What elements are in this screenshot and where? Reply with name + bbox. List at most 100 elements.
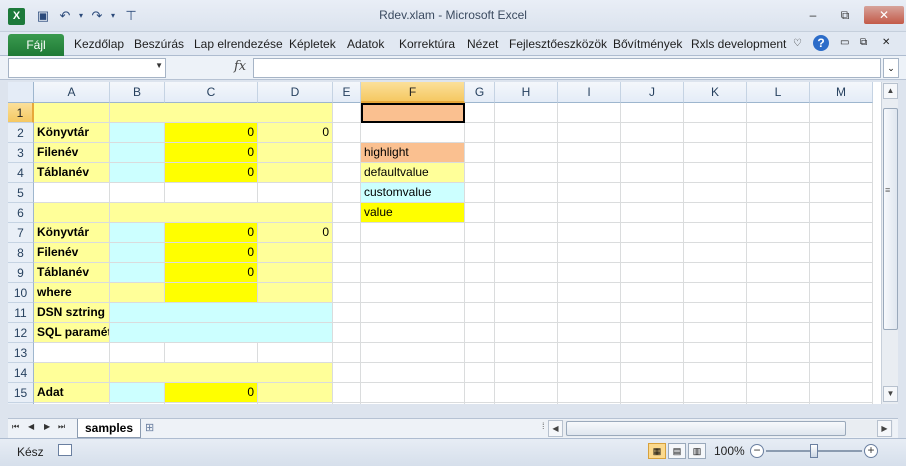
cell-i9[interactable]: [558, 263, 621, 283]
cell-k15[interactable]: [684, 383, 747, 403]
column-header-b[interactable]: B: [110, 82, 165, 103]
cell-m2[interactable]: [810, 123, 873, 143]
restore-button[interactable]: ⧉: [834, 6, 856, 24]
row-header-8[interactable]: 8: [8, 243, 34, 263]
cell-g1[interactable]: [465, 103, 495, 123]
cell-e16[interactable]: [333, 403, 361, 404]
vertical-scroll-thumb[interactable]: [883, 108, 898, 330]
row-header-10[interactable]: 10: [8, 283, 34, 303]
cell-k4[interactable]: [684, 163, 747, 183]
cell-h9[interactable]: [495, 263, 558, 283]
column-header-h[interactable]: H: [495, 82, 558, 103]
row-header-5[interactable]: 5: [8, 183, 34, 203]
cell-g12[interactable]: [465, 323, 495, 343]
cell-b10[interactable]: [110, 283, 165, 303]
cell-e8[interactable]: [333, 243, 361, 263]
cell-f7[interactable]: [361, 223, 465, 243]
row-header-9[interactable]: 9: [8, 263, 34, 283]
cell-k12[interactable]: [684, 323, 747, 343]
cell-l3[interactable]: [747, 143, 810, 163]
cell-f14[interactable]: [361, 363, 465, 383]
cell-h13[interactable]: [495, 343, 558, 363]
cell-j13[interactable]: [621, 343, 684, 363]
cell-k14[interactable]: [684, 363, 747, 383]
cell-e1[interactable]: [333, 103, 361, 123]
cell-k10[interactable]: [684, 283, 747, 303]
cell-i11[interactable]: [558, 303, 621, 323]
cell-d15[interactable]: [258, 383, 333, 403]
cell-f12[interactable]: [361, 323, 465, 343]
tab-page-layout[interactable]: Lap elrendezése: [194, 37, 283, 51]
cell-h6[interactable]: [495, 203, 558, 223]
cell-i8[interactable]: [558, 243, 621, 263]
cell-j1[interactable]: [621, 103, 684, 123]
cell-l12[interactable]: [747, 323, 810, 343]
cell-k1[interactable]: [684, 103, 747, 123]
tab-review[interactable]: Korrektúra: [399, 37, 455, 51]
cell-a9[interactable]: Táblanév: [34, 263, 110, 283]
cell-b5[interactable]: [110, 183, 165, 203]
cell-g10[interactable]: [465, 283, 495, 303]
cell-e12[interactable]: [333, 323, 361, 343]
cell-l9[interactable]: [747, 263, 810, 283]
cell-e15[interactable]: [333, 383, 361, 403]
cell-h12[interactable]: [495, 323, 558, 343]
cell-a15[interactable]: Adat: [34, 383, 110, 403]
cell-h16[interactable]: [495, 403, 558, 404]
cell-l4[interactable]: [747, 163, 810, 183]
expand-formula-bar-icon[interactable]: ⌄: [883, 58, 899, 78]
cell-b14-merged[interactable]: [110, 363, 333, 383]
cell-l6[interactable]: [747, 203, 810, 223]
cell-g16[interactable]: [465, 403, 495, 404]
cell-d9[interactable]: [258, 263, 333, 283]
cell-h2[interactable]: [495, 123, 558, 143]
row-header-7[interactable]: 7: [8, 223, 34, 243]
cell-g15[interactable]: [465, 383, 495, 403]
first-sheet-icon[interactable]: ⏮: [12, 422, 19, 432]
cell-e3[interactable]: [333, 143, 361, 163]
row-header-12[interactable]: 12: [8, 323, 34, 343]
cell-b12-merged[interactable]: [110, 323, 333, 343]
cell-i12[interactable]: [558, 323, 621, 343]
cell-i16[interactable]: [558, 403, 621, 404]
cell-m10[interactable]: [810, 283, 873, 303]
cell-e5[interactable]: [333, 183, 361, 203]
cell-m15[interactable]: [810, 383, 873, 403]
cell-f16[interactable]: [361, 403, 465, 404]
row-header-4[interactable]: 4: [8, 163, 34, 183]
cell-f11[interactable]: [361, 303, 465, 323]
cell-c4[interactable]: 0: [165, 163, 258, 183]
cell-j12[interactable]: [621, 323, 684, 343]
cell-b11-merged[interactable]: [110, 303, 333, 323]
cell-k5[interactable]: [684, 183, 747, 203]
tab-developer[interactable]: Fejlesztőeszközök: [509, 37, 607, 51]
cell-f10[interactable]: [361, 283, 465, 303]
cell-g4[interactable]: [465, 163, 495, 183]
cell-h11[interactable]: [495, 303, 558, 323]
cell-k11[interactable]: [684, 303, 747, 323]
cell-f1[interactable]: [361, 103, 465, 123]
tab-view[interactable]: Nézet: [467, 37, 498, 51]
close-button[interactable]: ✕: [864, 6, 904, 24]
cell-h15[interactable]: [495, 383, 558, 403]
cell-a14[interactable]: [34, 363, 110, 383]
zoom-in-button[interactable]: +: [864, 444, 878, 458]
cell-d2[interactable]: 0: [258, 123, 333, 143]
name-box-dropdown-icon[interactable]: ▼: [155, 61, 163, 70]
cell-m9[interactable]: [810, 263, 873, 283]
cell-m13[interactable]: [810, 343, 873, 363]
cell-k3[interactable]: [684, 143, 747, 163]
cell-e7[interactable]: [333, 223, 361, 243]
column-header-l[interactable]: L: [747, 82, 810, 103]
cell-d4[interactable]: [258, 163, 333, 183]
cell-j15[interactable]: [621, 383, 684, 403]
scroll-down-icon[interactable]: ▼: [883, 386, 898, 402]
cell-i14[interactable]: [558, 363, 621, 383]
cell-i3[interactable]: [558, 143, 621, 163]
cell-h1[interactable]: [495, 103, 558, 123]
cell-k2[interactable]: [684, 123, 747, 143]
cell-g9[interactable]: [465, 263, 495, 283]
cell-d16[interactable]: [258, 403, 333, 404]
cell-a11[interactable]: DSN sztring: [34, 303, 110, 323]
cell-h10[interactable]: [495, 283, 558, 303]
